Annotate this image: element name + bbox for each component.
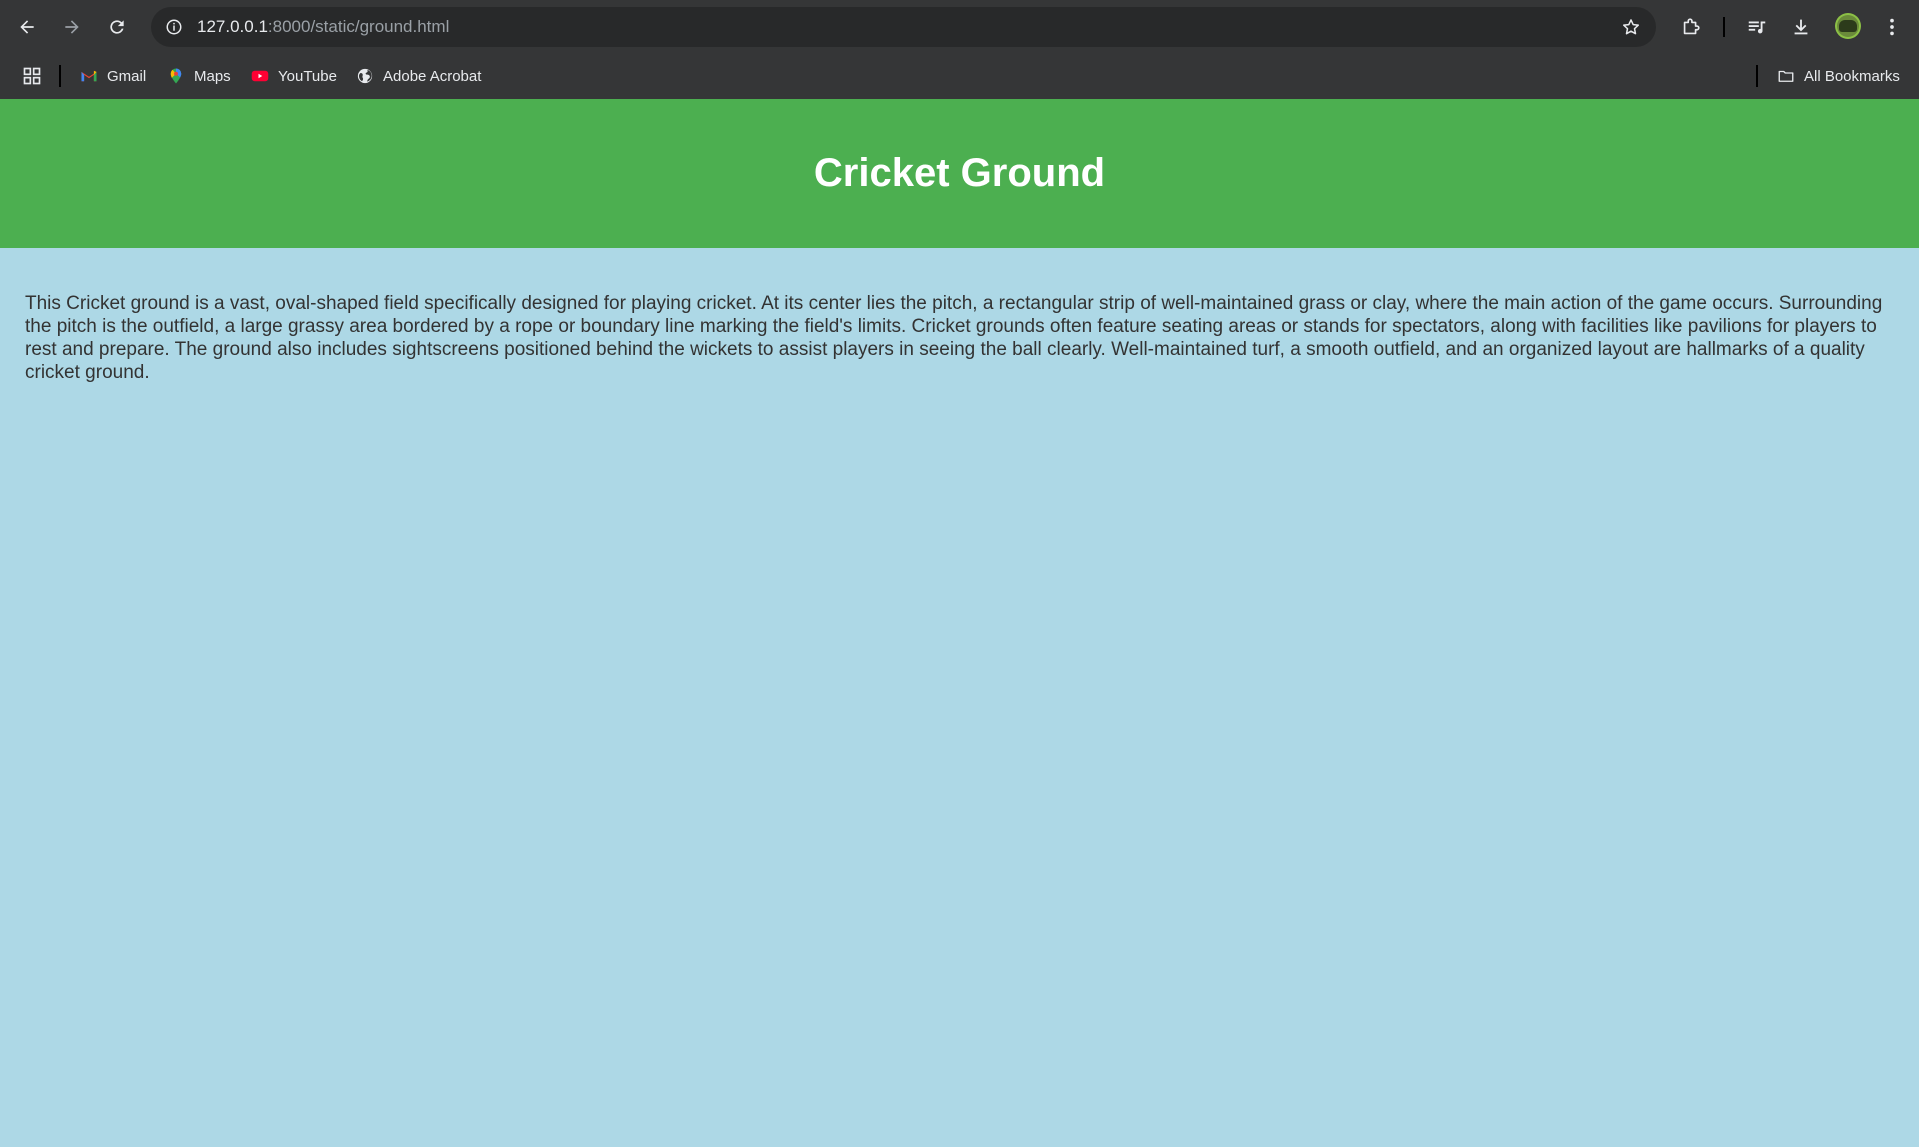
- bookmark-label: Maps: [194, 67, 231, 85]
- globe-icon: [356, 67, 374, 85]
- url-text[interactable]: 127.0.0.1:8000/static/ground.html: [197, 7, 449, 47]
- extensions-button[interactable]: [1676, 12, 1706, 42]
- maps-icon: [167, 67, 185, 85]
- download-icon: [1794, 19, 1808, 35]
- bookmark-adobe-acrobat[interactable]: Adobe Acrobat: [356, 62, 481, 90]
- apps-button[interactable]: [20, 64, 44, 88]
- url-path: :8000/static/ground.html: [267, 17, 450, 36]
- site-info-button[interactable]: [159, 12, 189, 42]
- playlist-music-icon: [1748, 21, 1766, 34]
- star-icon: [1623, 19, 1639, 35]
- bookmark-label: Adobe Acrobat: [383, 67, 482, 85]
- gmail-icon: [80, 67, 98, 85]
- back-button[interactable]: [10, 10, 44, 44]
- page-title: Cricket Ground: [813, 151, 1106, 195]
- bookmark-youtube[interactable]: YouTube: [251, 62, 337, 90]
- bookmark-gmail[interactable]: Gmail: [80, 62, 146, 90]
- bookmark-star-button[interactable]: [1618, 14, 1644, 40]
- browser-menu-button[interactable]: [1877, 12, 1907, 42]
- media-controls-button[interactable]: [1742, 12, 1772, 42]
- all-bookmarks-label: All Bookmarks: [1804, 67, 1900, 85]
- page-description: This Cricket ground is a vast, oval-shap…: [25, 293, 1883, 383]
- bookmark-label: YouTube: [278, 67, 337, 85]
- downloads-button[interactable]: [1786, 12, 1816, 42]
- reload-button[interactable]: [100, 10, 134, 44]
- arrow-left-icon: [20, 20, 34, 34]
- browser-toolbar: 127.0.0.1:8000/static/ground.html: [0, 0, 1919, 54]
- bookmark-maps[interactable]: Maps: [167, 62, 231, 90]
- forward-button[interactable]: [55, 10, 89, 44]
- page-content: Cricket Ground This Cricket ground is a …: [0, 99, 1919, 1147]
- bookmarks-divider: [1756, 65, 1758, 87]
- more-vertical-icon: [1890, 18, 1894, 36]
- profile-avatar[interactable]: [1835, 13, 1861, 39]
- toolbar-divider: [1723, 17, 1725, 37]
- address-bar[interactable]: 127.0.0.1:8000/static/ground.html: [151, 7, 1656, 47]
- apps-grid-icon: [23, 67, 41, 85]
- puzzle-icon: [1683, 18, 1700, 35]
- page-header: Cricket Ground: [0, 99, 1919, 248]
- all-bookmarks-button[interactable]: All Bookmarks: [1777, 62, 1900, 90]
- bookmark-label: Gmail: [107, 67, 147, 85]
- bookmarks-bar: Gmail Maps YouTube Adobe Acrobat All Boo…: [0, 54, 1919, 99]
- youtube-icon: [251, 67, 269, 85]
- url-host: 127.0.0.1: [197, 17, 268, 36]
- info-icon: [166, 19, 182, 35]
- arrow-right-icon: [65, 20, 79, 34]
- folder-icon: [1777, 67, 1795, 85]
- reload-icon: [110, 20, 124, 34]
- browser-chrome: 127.0.0.1:8000/static/ground.html Gmail …: [0, 0, 1919, 99]
- bookmarks-divider: [59, 65, 61, 87]
